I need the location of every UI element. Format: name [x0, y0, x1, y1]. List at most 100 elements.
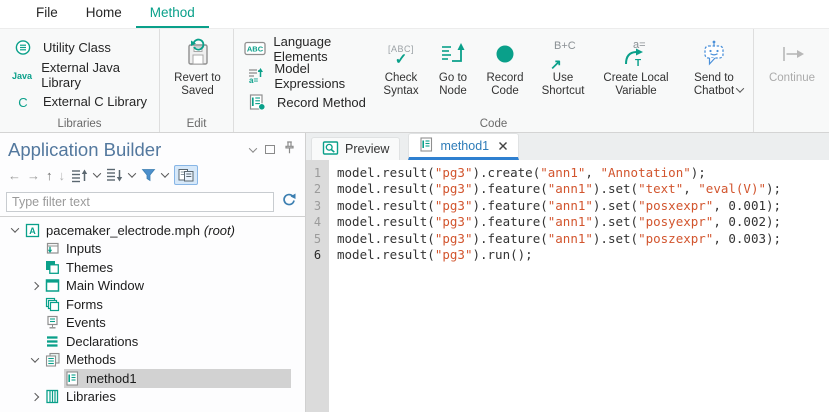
model-expressions-button[interactable]: a= Model Expressions: [240, 62, 373, 89]
collapse-list-chevron-icon[interactable]: [128, 169, 136, 177]
svg-text:T: T: [635, 58, 641, 69]
expander-icon[interactable]: [26, 394, 44, 400]
move-down-button[interactable]: ↓: [59, 169, 66, 182]
back-button[interactable]: ←: [8, 169, 21, 182]
panel-toolbar: ← → ↑ ↓: [0, 162, 305, 188]
method-doc-icon: [419, 137, 434, 155]
external-c-library-button[interactable]: C External C Library: [6, 88, 155, 115]
main-window-icon: [44, 278, 61, 293]
pin-icon[interactable]: [284, 141, 295, 159]
use-shortcut-label: Use Shortcut: [537, 72, 589, 98]
code-big-buttons: [ABC]✓ Check Syntax Go to Node Record Co…: [373, 34, 749, 116]
external-c-library-label: External C Library: [43, 94, 147, 109]
line-number-gutter: 123456: [306, 160, 329, 412]
expand-list-chevron-icon[interactable]: [93, 169, 101, 177]
panel-menu-chevron-icon[interactable]: [249, 144, 257, 152]
tree-item-main-window[interactable]: Main Window: [0, 277, 305, 296]
svg-text:a=: a=: [633, 39, 646, 51]
group-label-code: Code: [234, 118, 753, 130]
model-expressions-label: Model Expressions: [274, 61, 373, 91]
tree-item-inputs[interactable]: Inputs: [0, 240, 305, 259]
record-method-icon: [244, 94, 270, 111]
tab-method1-label: method1: [440, 139, 489, 153]
go-to-node-button[interactable]: Go to Node: [429, 34, 477, 98]
language-elements-button[interactable]: ABC Language Elements: [240, 35, 373, 62]
record-method-button[interactable]: Record Method: [240, 89, 373, 116]
svg-text:Java: Java: [12, 71, 33, 81]
record-code-button[interactable]: Record Code: [477, 34, 533, 98]
send-to-chatbot-button[interactable]: Send to Chatbot: [679, 34, 749, 93]
move-up-button[interactable]: ↑: [46, 169, 53, 182]
editor-tabstrip: Preview method1: [306, 133, 829, 160]
send-to-chatbot-label: Send to Chatbot: [685, 72, 743, 98]
libraries-icon: [44, 389, 61, 404]
expand-list-icon[interactable]: [71, 168, 88, 183]
methods-icon: [44, 352, 61, 367]
inputs-icon: [44, 241, 61, 256]
line-number: 5: [306, 231, 329, 247]
create-local-variable-button[interactable]: a=T Create Local Variable: [593, 34, 679, 98]
forward-button[interactable]: →: [27, 169, 40, 182]
ribbon-group-libraries: Utility Class Java External Java Library…: [0, 29, 160, 132]
menu-tab-home[interactable]: Home: [72, 0, 136, 28]
record-code-label: Record Code: [481, 72, 529, 98]
code-small-items: ABC Language Elements a= Model Expressio…: [240, 34, 373, 116]
utility-class-button[interactable]: Utility Class: [6, 34, 155, 61]
editor-area: Preview method1 123456 model.result("pg3…: [306, 133, 829, 412]
expander-icon[interactable]: [26, 283, 44, 289]
tree-item-methods[interactable]: Methods: [0, 351, 305, 370]
refresh-icon[interactable]: [281, 192, 297, 213]
tree-item-themes[interactable]: Themes: [0, 258, 305, 277]
ribbon-group-edit: Revert to Saved Edit: [160, 29, 234, 132]
tab-preview-label: Preview: [345, 142, 389, 156]
revert-to-saved-button[interactable]: Revert to Saved: [166, 34, 229, 98]
expander-icon[interactable]: [6, 227, 24, 233]
check-syntax-button[interactable]: [ABC]✓ Check Syntax: [373, 34, 429, 98]
collapse-list-icon[interactable]: [106, 168, 123, 183]
tree-item-declarations[interactable]: Declarations: [0, 332, 305, 351]
line-number: 1: [306, 165, 329, 181]
tree-item-label: Themes: [66, 260, 113, 275]
tree-item-label: Methods: [66, 352, 116, 367]
panel-title: Application Builder: [8, 139, 250, 161]
filter-input[interactable]: [6, 192, 274, 212]
tree-item-forms[interactable]: Forms: [0, 295, 305, 314]
tree-item-label: pacemaker_electrode.mph: [46, 223, 200, 238]
method-icon: [64, 371, 81, 386]
tree-item-events[interactable]: Events: [0, 314, 305, 333]
java-icon: Java: [10, 68, 34, 82]
filter-icon[interactable]: [141, 168, 156, 182]
tree-item-label: Forms: [66, 297, 103, 312]
code-editor[interactable]: model.result("pg3").create("ann1", "Anno…: [329, 160, 829, 412]
close-tab-icon[interactable]: [498, 141, 508, 151]
code-line: model.result("pg3").create("ann1", "Anno…: [337, 165, 829, 181]
editor-tools-toggle[interactable]: [174, 165, 198, 185]
code-line: model.result("pg3").feature("ann1").set(…: [337, 198, 829, 214]
check-syntax-label: Check Syntax: [379, 72, 423, 98]
tab-method1[interactable]: method1: [408, 133, 519, 160]
expander-icon[interactable]: [26, 357, 44, 363]
tree-item-pacemaker-electrode-mph[interactable]: Apacemaker_electrode.mph(root): [0, 221, 305, 240]
tree-item-libraries[interactable]: Libraries: [0, 388, 305, 407]
code-line: model.result("pg3").feature("ann1").set(…: [337, 181, 829, 197]
themes-icon: [44, 260, 61, 275]
events-icon: [44, 315, 61, 330]
line-number: 6: [306, 247, 329, 263]
ribbon: Utility Class Java External Java Library…: [0, 28, 829, 133]
use-shortcut-button[interactable]: B+C↗ Use Shortcut: [533, 34, 593, 98]
tree-item-label: method1: [86, 371, 137, 386]
menu-tab-method[interactable]: Method: [136, 0, 209, 28]
continue-button[interactable]: Continue: [760, 34, 824, 85]
external-java-library-label: External Java Library: [41, 60, 155, 90]
root-icon: A: [24, 223, 41, 238]
menu-tab-file[interactable]: File: [22, 0, 72, 28]
svg-text:A: A: [29, 226, 36, 236]
tab-preview[interactable]: Preview: [311, 137, 400, 160]
group-label-edit: Edit: [160, 118, 233, 130]
external-java-library-button[interactable]: Java External Java Library: [6, 61, 155, 88]
filter-row: [0, 188, 305, 216]
tree-item-method1[interactable]: method1: [0, 369, 305, 388]
code-line: model.result("pg3").feature("ann1").set(…: [337, 231, 829, 247]
filter-chevron-icon[interactable]: [161, 169, 169, 177]
float-window-icon[interactable]: [265, 145, 275, 154]
